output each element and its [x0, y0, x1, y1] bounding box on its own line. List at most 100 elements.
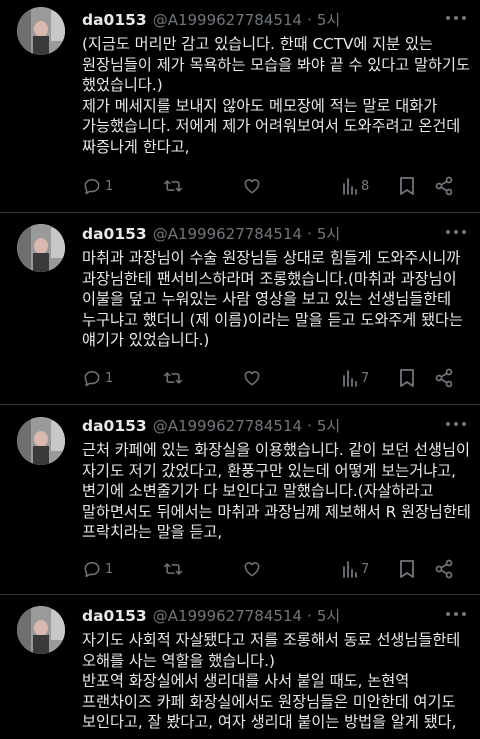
reply-icon	[84, 562, 100, 578]
tweet[interactable]: da0153 @A1999627784514 · 5시 자기도 사회적 자살됐다…	[0, 595, 480, 739]
tweet-text: 근처 카페에 있는 화장실을 이용했습니다. 같이 보던 선생님이 자기도 저기…	[82, 440, 471, 543]
separator-dot: ·	[307, 225, 312, 243]
timestamp[interactable]: 5시	[317, 415, 340, 436]
tweet-text-line: 짜증나게 한다고,	[82, 137, 190, 156]
separator-dot: ·	[307, 607, 312, 625]
tweet-text-line: 프락치라는 말을 듣고,	[82, 523, 223, 542]
retweet-button[interactable]	[162, 174, 184, 198]
share-button[interactable]	[434, 366, 454, 390]
tweet-text-line: 근처 카페에 있는 화장실을 이용했습니다. 같이 보던 선생님이	[82, 441, 470, 459]
tweet-header: da0153 @A1999627784514 · 5시	[82, 415, 340, 435]
tweet[interactable]: da0153 @A1999627784514 · 5시 근처 카페에 있는 화장…	[0, 405, 480, 595]
tweet-text-line: 반포역 화장실에서 생리대를 사서 붙일 때도, 논현역	[82, 672, 410, 691]
separator-dot: ·	[307, 417, 312, 435]
timestamp[interactable]: 5시	[317, 9, 340, 30]
bookmark-button[interactable]	[398, 366, 416, 390]
tweet-text: 마취과 과장님이 수술 원장님들 상대로 힘들게 도와주시니까 과장님한테 팬서…	[82, 248, 466, 351]
display-name[interactable]: da0153	[82, 607, 147, 625]
more-options-icon[interactable]	[446, 10, 466, 26]
heart-icon	[244, 371, 260, 386]
tweet-text-line: (지금도 머리만 감고 있습니다. 한때 CCTV에 지분 있는	[82, 35, 433, 53]
bookmark-button[interactable]	[398, 174, 416, 198]
tweet-text-line: 원장님들이 제가 목욕하는 모습을 봐야 끝 수 있다고 말하기도	[82, 55, 470, 74]
tweet-text: 자기도 사회적 자살됐다고 저를 조롱해서 동료 선생님들한테 오해를 사는 역…	[82, 630, 466, 733]
more-options-icon[interactable]	[446, 606, 466, 622]
tweet-actions: 1 7	[82, 557, 466, 581]
display-name[interactable]: da0153	[82, 417, 147, 435]
tweet-text-line: 자기도 사회적 자살됐다고 저를 조롱해서 동료 선생님들한테	[82, 631, 461, 649]
views-button[interactable]: 8	[342, 174, 369, 198]
more-options-icon[interactable]	[446, 224, 466, 240]
tweet-text-line: 과장님한테 팬서비스하라며 조롱했습니다.(마취과 과장님이	[82, 269, 457, 288]
separator-dot: ·	[307, 11, 312, 29]
avatar[interactable]	[17, 606, 65, 654]
reply-button[interactable]: 1	[82, 366, 113, 390]
like-button[interactable]	[242, 557, 262, 581]
more-options-icon[interactable]	[446, 416, 466, 432]
tweet-actions: 1 7	[82, 366, 466, 390]
tweet[interactable]: da0153 @A1999627784514 · 5시 (지금도 머리만 감고 …	[0, 0, 480, 213]
tweet-text-line: 자기도 저기 갔었다고, 환풍구만 있는데 어떻게 보는거냐고,	[82, 461, 456, 480]
timeline-feed: da0153 @A1999627784514 · 5시 (지금도 머리만 감고 …	[0, 0, 480, 739]
display-name[interactable]: da0153	[82, 11, 147, 29]
tweet-actions: 1 8	[82, 174, 466, 198]
like-button[interactable]	[242, 366, 262, 390]
reply-count: 1	[105, 561, 114, 577]
timestamp[interactable]: 5시	[317, 605, 340, 626]
reply-icon	[84, 371, 100, 387]
reply-button[interactable]: 1	[82, 174, 113, 198]
reply-count: 1	[105, 178, 114, 194]
user-handle[interactable]: @A1999627784514	[153, 417, 302, 435]
user-handle[interactable]: @A1999627784514	[153, 607, 302, 625]
retweet-button[interactable]	[162, 366, 184, 390]
tweet-header: da0153 @A1999627784514 · 5시	[82, 605, 340, 625]
retweet-icon	[163, 372, 183, 384]
like-button[interactable]	[242, 174, 262, 198]
views-button[interactable]: 7	[342, 366, 369, 390]
view-count: 7	[361, 370, 370, 386]
views-button[interactable]: 7	[342, 557, 369, 581]
retweet-button[interactable]	[162, 557, 184, 581]
tweet-header: da0153 @A1999627784514 · 5시	[82, 223, 340, 243]
bookmark-icon	[400, 369, 414, 387]
analytics-icon	[343, 370, 357, 387]
reply-count: 1	[105, 370, 114, 386]
analytics-icon	[343, 561, 357, 578]
bookmark-button[interactable]	[398, 557, 416, 581]
timestamp[interactable]: 5시	[317, 223, 340, 244]
reply-icon	[84, 179, 100, 195]
tweet[interactable]: da0153 @A1999627784514 · 5시 마취과 과장님이 수술 …	[0, 213, 480, 405]
reply-button[interactable]: 1	[82, 557, 113, 581]
share-button[interactable]	[434, 174, 454, 198]
tweet-text-line: 변기에 소변줄기가 다 보인다고 말했습니다.(자살하라고	[82, 482, 434, 501]
share-icon	[435, 176, 453, 196]
tweet-text-line: 마취과 과장님이 수술 원장님들 상대로 힘들게 도와주시니까	[82, 249, 461, 267]
tweet-text-line: 제가 메세지를 보내지 않아도 메모장에 적는 말로 대화가	[82, 96, 438, 115]
analytics-icon	[343, 178, 357, 195]
view-count: 7	[361, 561, 370, 577]
heart-icon	[244, 179, 260, 194]
tweet-text-line: 이불을 덮고 누워있는 사람 영상을 보고 있는 선생님들한테	[82, 290, 452, 309]
share-button[interactable]	[434, 557, 454, 581]
share-icon	[435, 368, 453, 388]
bookmark-icon	[400, 177, 414, 195]
retweet-icon	[163, 563, 183, 575]
tweet-text-line: 말하면서도 뒤에서는 마취과 과장님께 제보해서 R 원장님한테	[82, 502, 471, 521]
display-name[interactable]: da0153	[82, 225, 147, 243]
avatar[interactable]	[17, 417, 65, 465]
bookmark-icon	[400, 560, 414, 578]
user-handle[interactable]: @A1999627784514	[153, 225, 302, 243]
tweet-text: (지금도 머리만 감고 있습니다. 한때 CCTV에 지분 있는 원장님들이 제…	[82, 34, 470, 158]
tweet-text-line: 가능했습니다. 저에게 제가 어려워보여서 도와주려고 온건데	[82, 117, 461, 136]
tweet-text-line: 얘기가 있었습니다.)	[82, 331, 210, 350]
user-handle[interactable]: @A1999627784514	[153, 11, 302, 29]
retweet-icon	[163, 180, 183, 192]
tweet-header: da0153 @A1999627784514 · 5시	[82, 9, 340, 29]
heart-icon	[244, 562, 260, 577]
avatar[interactable]	[17, 224, 65, 272]
tweet-text-line: 보인다고, 잘 봤다고, 여자 생리대 붙이는 방법을 알게 됐다,	[82, 713, 457, 732]
tweet-text-line: 누구냐고 했더니 (제 이름)이라는 말을 듣고 도와주게 됐다는	[82, 310, 463, 329]
tweet-text-line: 프랜차이즈 카페 화장실에서도 원장님들은 미안한데 여기도	[82, 692, 456, 711]
view-count: 8	[361, 178, 370, 194]
avatar[interactable]	[17, 7, 65, 55]
